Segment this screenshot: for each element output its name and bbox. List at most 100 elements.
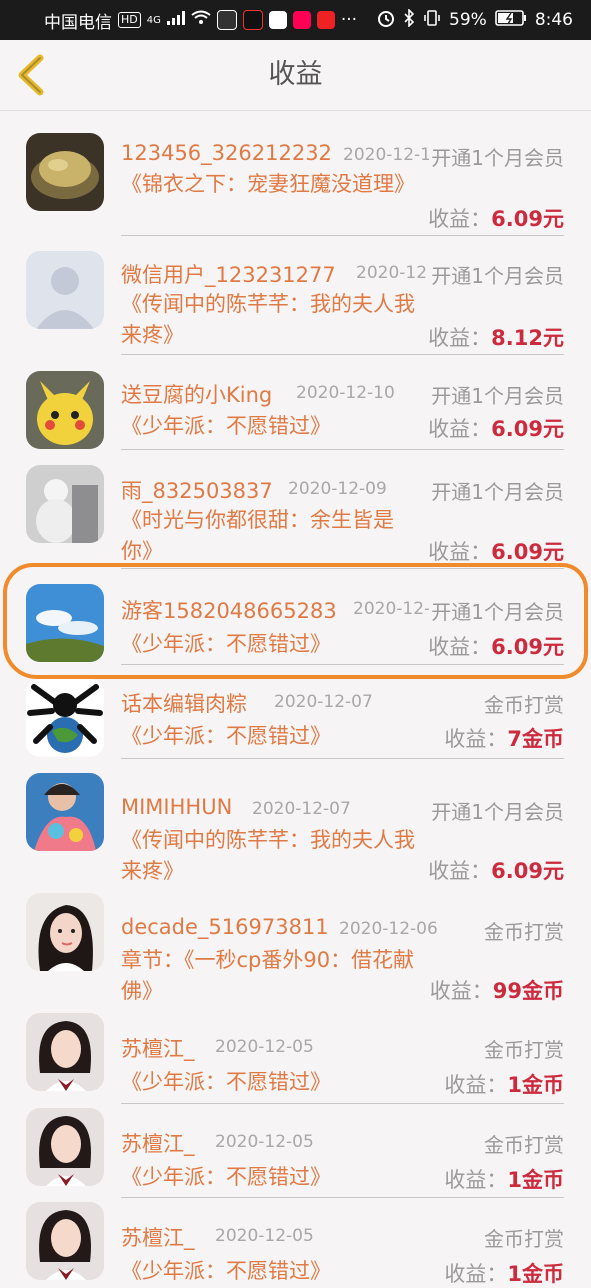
- avatar: [26, 1202, 104, 1280]
- income-label: 收益：: [428, 207, 492, 231]
- record-date: 2020-12-09: [288, 479, 387, 499]
- list-item[interactable]: decade_516973811 2020-12-06 金币打赏 章节：《一秒c…: [0, 879, 591, 1009]
- book-app-icon: [268, 11, 287, 29]
- avatar: [26, 465, 104, 543]
- avatar: [26, 679, 104, 757]
- hd-badge: HD: [118, 12, 141, 28]
- record-type: 开通1个月会员: [429, 260, 564, 289]
- page-title: 收益: [268, 59, 323, 90]
- avatar: [26, 893, 104, 971]
- mall-app-icon: [316, 11, 335, 29]
- book-title[interactable]: 章节：《一秒cp番外90：借花献佛》: [121, 945, 421, 1007]
- income-line: 收益：7金币: [444, 723, 564, 753]
- income-line: 收益：6.09元: [428, 413, 564, 443]
- income-amount: 7金币: [507, 727, 564, 751]
- list-item[interactable]: 苏檀江_ 2020-12-05 金币打赏 《少年派：不愿错过》 收益：1金币: [0, 1198, 591, 1286]
- income-label: 收益：: [428, 417, 492, 441]
- record-type: 金币打赏: [482, 1034, 564, 1063]
- status-right: 59% 8:46: [377, 0, 573, 40]
- income-line: 收益：8.12元: [428, 322, 564, 352]
- more-notifications: ···: [340, 10, 358, 30]
- income-line: 收益：1金币: [444, 1258, 564, 1288]
- book-title[interactable]: 《少年派：不愿错过》: [121, 1067, 441, 1098]
- wifi-icon: [191, 10, 211, 30]
- income-line: 收益：6.09元: [428, 631, 564, 661]
- book-title[interactable]: 《少年派：不愿错过》: [121, 629, 441, 660]
- battery-icon: [495, 9, 527, 31]
- record-type: 开通1个月会员: [429, 476, 564, 505]
- alarm-icon: [377, 9, 395, 32]
- tiktok-app-icon: [242, 10, 263, 30]
- user-name: 雨_832503837: [121, 479, 273, 503]
- income-amount: 6.09元: [491, 635, 564, 659]
- tv-app-icon: [216, 10, 237, 30]
- list-item[interactable]: 苏檀江_ 2020-12-05 金币打赏 《少年派：不愿错过》 收益：1金币: [0, 1104, 591, 1198]
- income-line: 收益：99金币: [430, 975, 564, 1005]
- income-label: 收益：: [444, 1262, 508, 1286]
- record-date: 2020-12-07: [252, 799, 351, 819]
- income-line: 收益：1金币: [444, 1069, 564, 1099]
- avatar: [26, 1013, 104, 1091]
- user-name: 送豆腐的小King: [121, 383, 273, 407]
- list-item[interactable]: 话本编辑肉粽 2020-12-07 金币打赏 《少年派：不愿错过》 收益：7金币: [0, 665, 591, 759]
- record-type: 开通1个月会员: [429, 380, 564, 409]
- book-title[interactable]: 《锦衣之下：宠妻狂魔没道理》: [121, 169, 421, 200]
- book-title[interactable]: 《少年派：不愿错过》: [121, 411, 441, 442]
- record-date: 2020-12-10: [296, 383, 395, 403]
- status-bar: 中国电信 HD 4G ··· 59% 8:46: [0, 0, 591, 40]
- record-type: 金币打赏: [482, 916, 564, 945]
- avatar: [26, 1108, 104, 1186]
- list-item[interactable]: 游客1582048665283 2020-12-08 开通1个月会员 《少年派：…: [0, 570, 591, 665]
- list-item[interactable]: 苏檀江_ 2020-12-05 金币打赏 《少年派：不愿错过》 收益：1金币: [0, 1009, 591, 1104]
- user-name: 游客1582048665283: [121, 599, 337, 623]
- user-name: 话本编辑肉粽: [121, 692, 247, 716]
- avatar: [26, 773, 104, 851]
- income-amount: 8.12元: [491, 326, 564, 350]
- income-label: 收益：: [444, 1073, 508, 1097]
- record-type: 开通1个月会员: [429, 596, 564, 625]
- income-amount: 1金币: [507, 1073, 564, 1097]
- list-item[interactable]: 送豆腐的小King 2020-12-10 开通1个月会员 《少年派：不愿错过》 …: [0, 356, 591, 450]
- avatar: [26, 133, 104, 211]
- income-amount: 99金币: [492, 979, 564, 1003]
- record-date: 2020-12-05: [215, 1226, 314, 1246]
- signal-icon: [166, 10, 185, 30]
- clock-time: 8:46: [534, 10, 573, 30]
- book-title[interactable]: 《时光与你都很甜：余生皆是你》: [121, 505, 421, 565]
- record-date: 2020-12-1: [343, 145, 431, 165]
- book-title[interactable]: 《少年派：不愿错过》: [121, 1162, 441, 1193]
- record-date: 2020-12: [356, 263, 428, 283]
- income-amount: 6.09元: [491, 540, 564, 564]
- user-name: 苏檀江_: [121, 1132, 195, 1156]
- user-name: 123456_326212232: [121, 141, 332, 165]
- book-title[interactable]: 《少年派：不愿错过》: [121, 721, 441, 752]
- user-name: 苏檀江_: [121, 1037, 195, 1061]
- avatar: [26, 251, 104, 329]
- divider: [121, 354, 564, 355]
- record-date: 2020-12-05: [215, 1132, 314, 1152]
- app-header: 收益: [0, 40, 591, 111]
- record-type: 开通1个月会员: [429, 796, 564, 825]
- avatar: [26, 584, 104, 662]
- avatar: [26, 371, 104, 449]
- income-label: 收益：: [428, 540, 492, 564]
- user-name: 苏檀江_: [121, 1226, 195, 1250]
- bluetooth-icon: [403, 7, 415, 32]
- list-item[interactable]: 雨_832503837 2020-12-09 开通1个月会员 《时光与你都很甜：…: [0, 450, 591, 570]
- income-line: 收益：6.09元: [428, 536, 564, 566]
- divider: [121, 568, 564, 569]
- income-label: 收益：: [444, 1168, 508, 1192]
- list-item[interactable]: 123456_326212232 2020-12-1 开通1个月会员 《锦衣之下…: [0, 111, 591, 236]
- book-title[interactable]: 《传闻中的陈芊芊：我的夫人我来疼》: [121, 289, 421, 351]
- income-amount: 1金币: [507, 1262, 564, 1286]
- user-name: MIMIHHUN: [121, 795, 233, 819]
- record-type: 金币打赏: [482, 689, 564, 718]
- record-type: 金币打赏: [482, 1129, 564, 1158]
- network-label: 4G: [146, 14, 161, 26]
- book-title[interactable]: 《传闻中的陈芊芊：我的夫人我来疼》: [121, 825, 421, 887]
- battery-percent: 59%: [449, 10, 487, 30]
- record-date: 2020-12-05: [215, 1037, 314, 1057]
- list-item[interactable]: 微信用户_123231277 2020-12 开通1个月会员 《传闻中的陈芊芊：…: [0, 236, 591, 356]
- book-title[interactable]: 《少年派：不愿错过》: [121, 1256, 441, 1287]
- list-item[interactable]: MIMIHHUN 2020-12-07 开通1个月会员 《传闻中的陈芊芊：我的夫…: [0, 759, 591, 883]
